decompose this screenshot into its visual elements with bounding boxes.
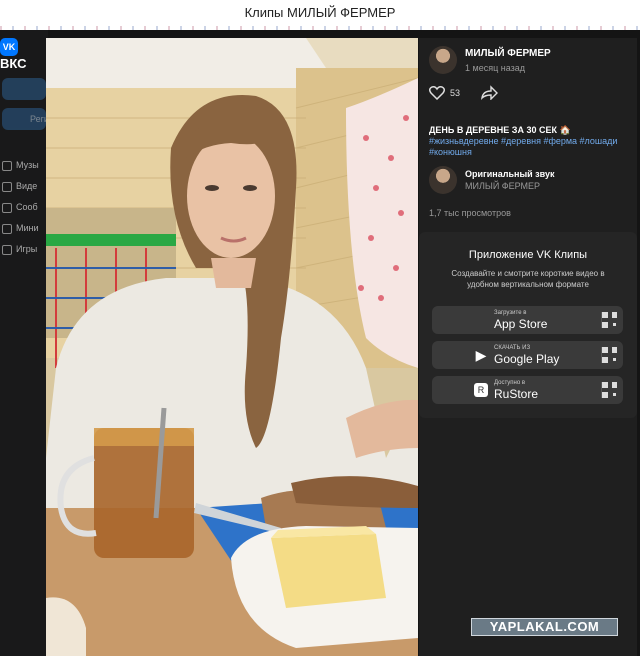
sidebar-item-label: Игры <box>16 244 38 254</box>
google-play-icon: ▶ <box>475 347 487 363</box>
like-button[interactable] <box>428 85 446 105</box>
vk-sidebar: VKВКС Регис Музы Виде Сооб Мини Игры <box>0 30 53 656</box>
games-icon <box>2 244 12 255</box>
vk-logo[interactable]: VKВКС <box>0 38 46 71</box>
sidebar-item-games[interactable]: Игры <box>2 244 37 255</box>
video-frame-image <box>46 38 418 656</box>
music-icon <box>2 160 12 171</box>
clip-caption: ДЕНЬ В ДЕРЕВНЕ ЗА 30 СЕК 🏠 <box>429 125 571 136</box>
store-name: App Store <box>494 317 548 331</box>
post-time: 1 месяц назад <box>465 63 525 73</box>
apple-icon <box>474 312 488 328</box>
caption-text: ДЕНЬ В ДЕРЕВНЕ ЗА 30 СЕК <box>429 125 557 135</box>
clip-video[interactable] <box>46 38 418 656</box>
sound-author[interactable]: МИЛЫЙ ФЕРМЕР <box>465 181 540 191</box>
sidebar-item-music[interactable]: Музы <box>2 160 39 171</box>
video-icon <box>2 181 12 192</box>
sidebar-item-communities[interactable]: Сооб <box>2 202 38 213</box>
store-small-label: Доступно в <box>494 380 526 386</box>
google-play-button[interactable]: ▶ СКАЧАТЬ ИЗ Google Play <box>432 341 623 369</box>
rustore-button[interactable]: R Доступно в RuStore <box>432 376 623 404</box>
sidebar-item-label: Музы <box>16 160 39 170</box>
sidebar-item-label: Сооб <box>16 202 38 212</box>
like-count: 53 <box>450 88 461 98</box>
house-icon: 🏠 <box>559 125 571 135</box>
sound-avatar[interactable] <box>429 166 457 194</box>
share-button[interactable] <box>480 85 498 105</box>
apps-icon <box>2 223 12 234</box>
app-store-button[interactable]: Загрузите в App Store <box>432 306 623 334</box>
sidebar-item-mini-apps[interactable]: Мини <box>2 223 39 234</box>
register-button[interactable]: Регис <box>2 108 53 130</box>
app-promo-title: Приложение VK Клипы <box>468 249 588 261</box>
store-name: Google Play <box>494 352 560 366</box>
community-icon <box>2 202 12 213</box>
site-watermark: YAPLAKAL.COM <box>471 618 618 636</box>
heart-icon <box>428 86 446 101</box>
window-title: Клипы МИЛЫЙ ФЕРМЕР <box>0 0 640 26</box>
store-small-label: СКАЧАТЬ ИЗ <box>494 345 531 351</box>
store-small-label: Загрузите в <box>494 310 527 316</box>
sidebar-item-video[interactable]: Виде <box>2 181 37 192</box>
vk-logo-icon: VK <box>0 38 18 56</box>
author-avatar[interactable] <box>429 46 457 74</box>
qr-code-icon[interactable] <box>601 312 617 328</box>
app-promo-card: Приложение VK Клипы Создавайте и смотрит… <box>419 232 637 418</box>
app-promo-description: Создавайте и смотрите короткие видео в у… <box>451 269 605 289</box>
login-button[interactable] <box>2 78 46 100</box>
store-name: RuStore <box>494 387 539 401</box>
vk-logo-text: ВКС <box>0 56 27 71</box>
sound-title[interactable]: Оригинальный звук <box>465 169 554 179</box>
view-count: 1,7 тыс просмотров <box>429 208 511 218</box>
sidebar-item-label: Мини <box>16 223 39 233</box>
qr-code-icon[interactable] <box>601 347 617 363</box>
clip-hashtags[interactable]: #жизньвдеревне #деревня #ферма #лошади #… <box>429 136 633 158</box>
qr-code-icon[interactable] <box>601 382 617 398</box>
share-icon <box>481 85 498 101</box>
author-name[interactable]: МИЛЫЙ ФЕРМЕР <box>465 48 551 59</box>
rustore-icon: R <box>474 383 488 397</box>
sidebar-item-label: Виде <box>16 181 38 191</box>
